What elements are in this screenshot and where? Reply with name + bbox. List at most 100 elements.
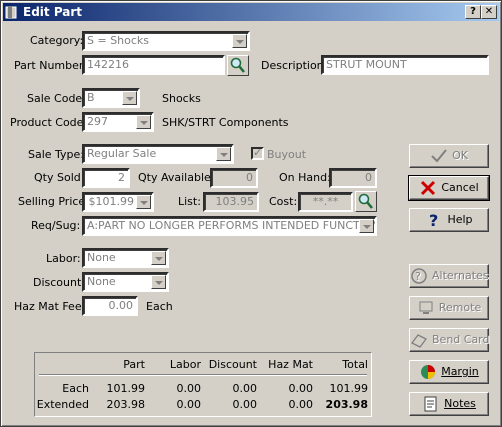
notes-icon	[424, 396, 437, 412]
title-bar: Edit Part ? ✕	[3, 3, 499, 21]
labor-value: None	[87, 251, 116, 264]
cost-label: Cost:	[269, 195, 298, 208]
list-price-value: 103.95	[215, 195, 255, 208]
summary-divider	[39, 374, 367, 376]
on-hand-field: 0	[329, 168, 377, 188]
summary-header-total: Total	[342, 358, 368, 371]
alternates-button-label: Alternates	[432, 269, 489, 282]
part-search-button[interactable]	[227, 55, 249, 76]
labor-select[interactable]: None	[82, 248, 169, 268]
description-label: Description:	[261, 59, 328, 72]
product-code-description: SHK/STRT Components	[162, 116, 289, 129]
selling-price-value: $101.99	[88, 195, 135, 208]
qty-available-value: 0	[246, 171, 253, 184]
sale-type-value: Regular Sale	[87, 147, 157, 160]
category-select[interactable]: S = Shocks	[82, 31, 250, 51]
sale-code-value: B	[87, 91, 95, 104]
haz-mat-fee-suffix: Each	[146, 300, 173, 313]
app-icon	[5, 6, 17, 19]
summary-each-haz-mat: 0.00	[288, 382, 314, 395]
selling-price-select[interactable]: $101.99	[82, 192, 154, 212]
description-field[interactable]: STRUT MOUNT	[321, 55, 489, 75]
red-x-icon	[421, 180, 436, 196]
discount-label: Discount:	[33, 276, 85, 289]
product-code-select[interactable]: 297	[82, 112, 154, 132]
cost-lookup-button[interactable]	[355, 191, 377, 212]
cancel-button-label: Cancel	[441, 181, 479, 194]
on-hand-value: 0	[365, 171, 372, 184]
summary-each-labor: 0.00	[176, 382, 202, 395]
part-number-field[interactable]: 142216	[82, 55, 225, 75]
req-sug-select[interactable]: A:PART NO LONGER PERFORMS INTENDED FUNCT…	[82, 216, 377, 236]
summary-header-part: Part	[123, 358, 145, 371]
cost-value: **.**	[312, 195, 339, 208]
buyout-checkbox[interactable]	[251, 146, 264, 160]
category-label: Category:	[30, 34, 84, 47]
labor-label: Labor:	[46, 252, 81, 265]
summary-header-labor: Labor	[169, 358, 201, 371]
sale-type-label: Sale Type:	[28, 148, 85, 161]
summary-row-label: Extended	[36, 398, 89, 411]
chevron-down-icon[interactable]	[151, 251, 166, 265]
help-button-label: Help	[447, 213, 473, 226]
svg-text:?: ?	[415, 270, 421, 283]
card-icon	[411, 334, 427, 348]
chevron-down-icon[interactable]	[359, 219, 374, 233]
chevron-down-icon[interactable]	[151, 275, 166, 289]
close-title-button[interactable]: ✕	[481, 5, 497, 19]
haz-mat-fee-value: 0.00	[108, 299, 134, 312]
window-title: Edit Part	[23, 5, 83, 19]
selling-price-label: Selling Price:	[18, 195, 89, 208]
req-sug-label: Req/Sug:	[31, 219, 81, 232]
req-sug-value: A:PART NO LONGER PERFORMS INTENDED FUNCT…	[87, 219, 377, 232]
chevron-down-icon[interactable]	[136, 115, 151, 129]
list-label: List:	[178, 195, 201, 208]
summary-extended-part: 203.98	[106, 398, 146, 411]
product-code-value: 297	[87, 115, 108, 128]
chevron-down-icon[interactable]	[216, 147, 231, 161]
qty-sold-label: Qty Sold:	[34, 171, 85, 184]
chevron-down-icon[interactable]	[136, 195, 151, 209]
help-title-button[interactable]: ?	[465, 5, 481, 19]
description-value: STRUT MOUNT	[326, 58, 407, 71]
bend-card-button[interactable]: Bend Card	[409, 328, 490, 352]
product-code-label: Product Code:	[10, 116, 88, 129]
margin-button[interactable]: Margin	[409, 360, 489, 384]
magnifier-icon	[358, 193, 373, 209]
summary-each-part: 101.99	[106, 382, 146, 395]
margin-chart-icon	[421, 365, 436, 379]
chevron-down-icon[interactable]	[122, 91, 137, 105]
summary-header-haz-mat: Haz Mat	[268, 358, 313, 371]
qty-available-label: Qty Available:	[138, 171, 215, 184]
summary-extended-labor: 0.00	[176, 398, 202, 411]
list-price-field: 103.95	[203, 192, 259, 212]
svg-text:?: ?	[429, 211, 438, 229]
qty-sold-value: 2	[118, 171, 125, 184]
summary-row-label: Each	[62, 382, 89, 395]
summary-header-discount: Discount	[208, 358, 257, 371]
summary-each-discount: 0.00	[232, 382, 258, 395]
question-circle-icon: ?	[411, 268, 427, 284]
haz-mat-fee-label: Haz Mat Fee:	[14, 300, 86, 313]
cancel-button[interactable]: Cancel	[408, 175, 490, 201]
sale-code-label: Sale Code:	[27, 92, 86, 105]
sale-code-select[interactable]: B	[82, 88, 140, 108]
notes-button[interactable]: Notes	[409, 392, 489, 416]
alternates-button[interactable]: ? Alternates	[409, 264, 489, 288]
sale-type-select[interactable]: Regular Sale	[82, 144, 234, 164]
category-value: S = Shocks	[87, 34, 150, 47]
haz-mat-fee-field[interactable]: 0.00	[82, 296, 138, 316]
discount-value: None	[87, 275, 116, 288]
remote-button[interactable]: Remote	[409, 296, 489, 320]
ok-button[interactable]: OK	[409, 144, 489, 168]
computer-icon	[419, 301, 433, 314]
notes-button-label: Notes	[444, 397, 476, 410]
cost-field: **.**	[298, 192, 353, 212]
margin-button-label: Margin	[441, 365, 479, 378]
chevron-down-icon[interactable]	[232, 34, 247, 48]
qty-sold-field[interactable]: 2	[82, 168, 130, 188]
question-mark-icon: ?	[429, 211, 438, 229]
sale-code-description: Shocks	[162, 92, 201, 105]
help-button[interactable]: ? Help	[409, 208, 489, 232]
discount-select[interactable]: None	[82, 272, 169, 292]
